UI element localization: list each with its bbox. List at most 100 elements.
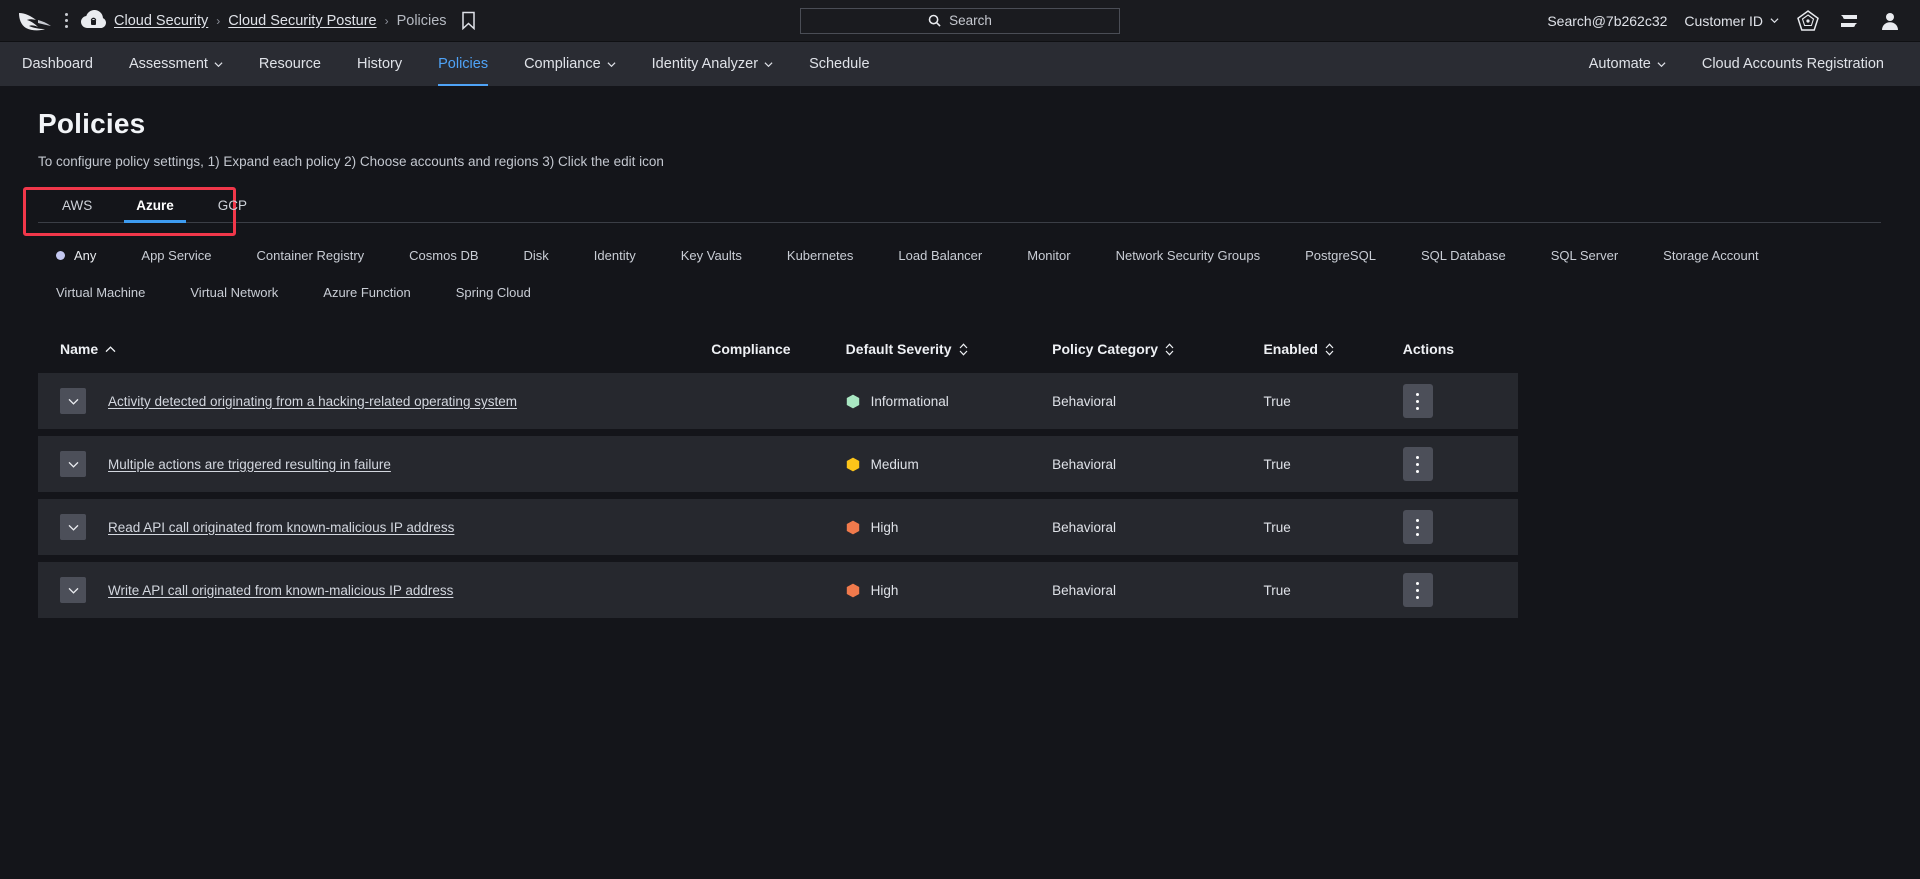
provider-tabs-container: AWS Azure GCP [38, 194, 1882, 223]
breadcrumb-item-cloud-security-posture[interactable]: Cloud Security Posture [228, 13, 376, 29]
main-nav: Dashboard Assessment Resource History Po… [0, 42, 1920, 86]
filter-chip-sql-server[interactable]: SQL Server [1551, 239, 1618, 272]
filter-chip-sql-database[interactable]: SQL Database [1421, 239, 1506, 272]
chip-label: SQL Database [1421, 248, 1506, 263]
table-row[interactable]: Write API call originated from known-mal… [38, 562, 1518, 618]
nav-item-history[interactable]: History [339, 42, 420, 86]
tab-aws[interactable]: AWS [58, 194, 96, 222]
row-actions-menu-button[interactable] [1403, 510, 1433, 544]
nav-item-dashboard[interactable]: Dashboard [18, 42, 111, 86]
nav-label: Identity Analyzer [652, 56, 758, 72]
column-header-default-severity[interactable]: Default Severity [846, 341, 1053, 357]
nav-label: Cloud Accounts Registration [1702, 56, 1884, 72]
filter-chip-cosmos-db[interactable]: Cosmos DB [409, 239, 478, 272]
actions-cell [1403, 384, 1518, 418]
filter-chip-network-security-groups[interactable]: Network Security Groups [1116, 239, 1261, 272]
account-label[interactable]: Search@7b262c32 [1547, 13, 1667, 29]
nav-label: Dashboard [22, 56, 93, 72]
row-actions-menu-button[interactable] [1403, 573, 1433, 607]
filter-chip-any[interactable]: Any [56, 239, 96, 272]
global-search[interactable]: Search [800, 8, 1120, 34]
filter-chip-kubernetes[interactable]: Kubernetes [787, 239, 854, 272]
column-label: Actions [1403, 341, 1454, 357]
policy-category-cell: Behavioral [1052, 520, 1263, 535]
search-icon [928, 14, 941, 27]
policy-name-link[interactable]: Multiple actions are triggered resulting… [108, 457, 391, 472]
tab-azure[interactable]: Azure [132, 194, 178, 222]
expand-row-button[interactable] [60, 577, 86, 603]
column-header-actions: Actions [1403, 341, 1518, 357]
table-row[interactable]: Multiple actions are triggered resulting… [38, 436, 1518, 492]
filter-chip-identity[interactable]: Identity [594, 239, 636, 272]
row-actions-menu-button[interactable] [1403, 384, 1433, 418]
chevron-down-icon [68, 398, 79, 405]
filter-chip-azure-function[interactable]: Azure Function [323, 276, 410, 309]
pentagon-badge-icon[interactable] [1796, 9, 1820, 33]
filter-chip-postgresql[interactable]: PostgreSQL [1305, 239, 1376, 272]
falcon-logo-icon [18, 10, 52, 32]
severity-cell: High [846, 520, 1053, 535]
policy-category-cell: Behavioral [1052, 583, 1263, 598]
bookmark-icon[interactable] [461, 11, 476, 30]
severity-hexagon-icon [846, 583, 860, 598]
table-row[interactable]: Activity detected originating from a hac… [38, 373, 1518, 429]
nav-item-assessment[interactable]: Assessment [111, 42, 241, 86]
filter-chip-spring-cloud[interactable]: Spring Cloud [456, 276, 531, 309]
severity-hexagon-icon [846, 394, 860, 409]
column-header-enabled[interactable]: Enabled [1263, 341, 1402, 357]
expand-row-button[interactable] [60, 388, 86, 414]
nav-item-resource[interactable]: Resource [241, 42, 339, 86]
filter-chip-load-balancer[interactable]: Load Balancer [898, 239, 982, 272]
nav-label: Assessment [129, 56, 208, 72]
column-header-name[interactable]: Name [38, 341, 711, 357]
nav-item-schedule[interactable]: Schedule [791, 42, 887, 86]
policy-name-link[interactable]: Write API call originated from known-mal… [108, 583, 453, 598]
column-header-policy-category[interactable]: Policy Category [1052, 341, 1263, 357]
row-actions-menu-button[interactable] [1403, 447, 1433, 481]
nav-item-policies[interactable]: Policies [420, 42, 506, 86]
nav-item-automate[interactable]: Automate [1585, 42, 1684, 86]
enabled-cell: True [1263, 520, 1402, 535]
dot [1416, 533, 1419, 536]
cloud-security-icon[interactable] [80, 8, 106, 34]
table-row[interactable]: Read API call originated from known-mali… [38, 499, 1518, 555]
breadcrumb-separator: › [216, 14, 220, 28]
nav-item-compliance[interactable]: Compliance [506, 42, 634, 86]
breadcrumb-item-cloud-security[interactable]: Cloud Security [114, 13, 208, 29]
expand-row-button[interactable] [60, 514, 86, 540]
dot [1416, 400, 1419, 403]
policy-name-link[interactable]: Read API call originated from known-mali… [108, 520, 454, 535]
filter-chip-virtual-network[interactable]: Virtual Network [190, 276, 278, 309]
selected-indicator-icon [56, 251, 65, 260]
filter-chip-disk[interactable]: Disk [524, 239, 549, 272]
column-label: Enabled [1263, 341, 1317, 357]
nav-item-identity-analyzer[interactable]: Identity Analyzer [634, 42, 791, 86]
policy-name-link[interactable]: Activity detected originating from a hac… [108, 394, 517, 409]
nav-label: Schedule [809, 56, 869, 72]
column-header-compliance[interactable]: Compliance [711, 341, 845, 357]
breadcrumb-separator: › [385, 14, 389, 28]
expand-row-button[interactable] [60, 451, 86, 477]
chip-label: SQL Server [1551, 248, 1618, 263]
filter-chip-container-registry[interactable]: Container Registry [257, 239, 365, 272]
severity-label: High [871, 583, 899, 598]
tab-gcp[interactable]: GCP [214, 194, 251, 222]
nav-item-cloud-accounts-registration[interactable]: Cloud Accounts Registration [1684, 42, 1902, 86]
chip-label: Kubernetes [787, 248, 854, 263]
chip-label: Network Security Groups [1116, 248, 1261, 263]
filter-chip-storage-account[interactable]: Storage Account [1663, 239, 1758, 272]
chip-label: Identity [594, 248, 636, 263]
list-layers-icon[interactable] [1837, 9, 1861, 33]
app-menu-button[interactable] [56, 10, 76, 32]
user-avatar-icon[interactable] [1878, 9, 1902, 33]
filter-chip-virtual-machine[interactable]: Virtual Machine [56, 276, 145, 309]
filter-chip-monitor[interactable]: Monitor [1027, 239, 1070, 272]
filter-chip-key-vaults[interactable]: Key Vaults [681, 239, 742, 272]
enabled-cell: True [1263, 457, 1402, 472]
chevron-down-icon [1770, 16, 1779, 25]
filter-chip-app-service[interactable]: App Service [141, 239, 211, 272]
search-input-box[interactable]: Search [800, 8, 1120, 34]
chip-label: Spring Cloud [456, 285, 531, 300]
column-label: Policy Category [1052, 341, 1158, 357]
customer-id-selector[interactable]: Customer ID [1684, 13, 1779, 29]
